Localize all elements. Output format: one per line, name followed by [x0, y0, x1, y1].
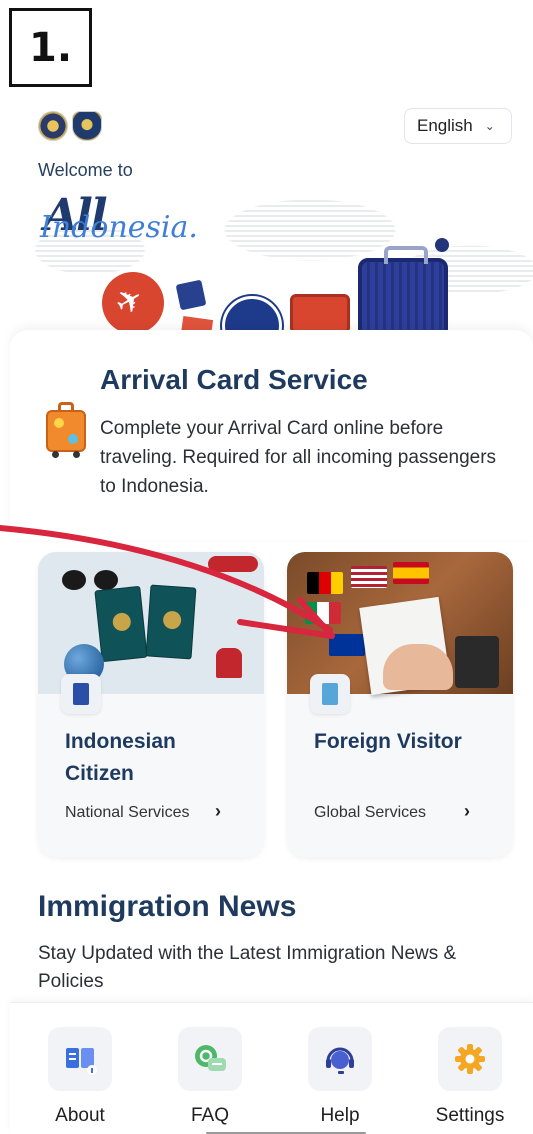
- welcome-text: Welcome to: [38, 160, 133, 180]
- arrival-card-title: Arrival Card Service: [100, 364, 368, 395]
- flag-illustration: [393, 562, 429, 584]
- decor-dot: [435, 238, 449, 252]
- nav-faq[interactable]: FAQ: [160, 1027, 260, 1127]
- global-services-label: Global Services: [314, 804, 427, 821]
- gear-icon: [438, 1027, 502, 1091]
- national-services-label: National Services: [65, 804, 190, 821]
- brand-script-text: Indonesia.: [40, 210, 198, 245]
- chevron-down-icon: ⌄: [484, 119, 495, 133]
- language-label: English: [417, 116, 473, 135]
- bottom-navigation: About FAQ Help Settings: [10, 1002, 533, 1134]
- flag-illustration: [307, 572, 343, 594]
- foreign-visitor-card[interactable]: Foreign Visitor Global Services ›: [287, 552, 513, 857]
- government-logos: [38, 111, 102, 141]
- calculator-illustration: [455, 636, 499, 688]
- nav-settings-label: Settings: [435, 1105, 505, 1126]
- language-selector[interactable]: English ⌄: [404, 108, 512, 144]
- travel-sticker-illustration: [175, 279, 207, 311]
- chevron-right-icon: ›: [464, 801, 470, 821]
- nav-about-label: About: [55, 1105, 105, 1126]
- book-icon: [48, 1027, 112, 1091]
- all-indonesia-logo: All Indonesia.: [40, 190, 198, 245]
- flag-illustration: [351, 566, 387, 588]
- passport-illustration: [94, 585, 148, 663]
- passport-icon: [310, 674, 350, 714]
- plane-badge-illustration: [102, 272, 164, 334]
- stamp-illustration: [216, 648, 242, 678]
- foreign-visitor-title: Foreign Visitor: [314, 730, 462, 753]
- foreign-card-image: [287, 552, 513, 696]
- arrival-card-description: Complete your Arrival Card online before…: [100, 418, 497, 497]
- passport-icon: [61, 674, 101, 714]
- hero-illustration: All Indonesia.: [10, 190, 533, 335]
- bag-illustration: [290, 294, 350, 334]
- suitcase-illustration: [358, 246, 448, 335]
- indonesian-citizen-card[interactable]: Indonesian Citizen National Services ›: [38, 552, 264, 857]
- nav-about[interactable]: About: [30, 1027, 130, 1127]
- chevron-right-icon: ›: [215, 801, 221, 821]
- chat-icon: [178, 1027, 242, 1091]
- nav-help-label: Help: [320, 1105, 360, 1126]
- news-section-description: Stay Updated with the Latest Immigration…: [38, 943, 457, 992]
- nav-settings[interactable]: Settings: [420, 1027, 520, 1127]
- step-number-box: 1.: [9, 8, 92, 87]
- flag-illustration: [329, 634, 365, 656]
- global-services-link[interactable]: Global Services ›: [314, 801, 470, 822]
- flag-illustration: [305, 602, 341, 624]
- indonesian-citizen-title: Indonesian Citizen: [65, 730, 176, 785]
- news-section-title: Immigration News: [38, 890, 297, 923]
- toy-plane-illustration: [208, 556, 258, 572]
- passport-illustration: [145, 584, 197, 660]
- nav-faq-label: FAQ: [190, 1105, 229, 1126]
- garuda-emblem-icon: [38, 111, 68, 141]
- immigration-emblem-icon: [72, 111, 102, 141]
- step-number-label: 1.: [28, 24, 73, 71]
- national-services-link[interactable]: National Services ›: [65, 801, 221, 822]
- luggage-icon: [46, 402, 86, 458]
- citizen-card-image: [38, 552, 264, 694]
- headset-icon: [308, 1027, 372, 1091]
- nav-help[interactable]: Help: [290, 1027, 390, 1127]
- hand-illustration: [383, 644, 453, 690]
